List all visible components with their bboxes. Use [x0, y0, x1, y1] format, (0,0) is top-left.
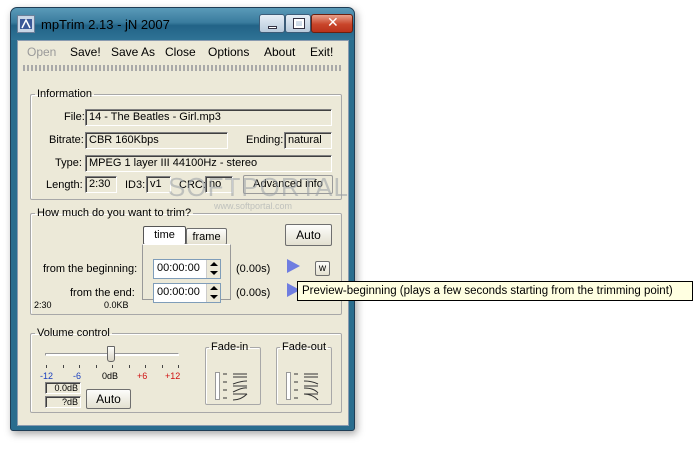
- preview-beginning-button[interactable]: [286, 259, 300, 273]
- w-button[interactable]: w: [315, 261, 330, 276]
- trim-legend: How much do you want to trim?: [37, 207, 192, 219]
- minimize-button[interactable]: [259, 14, 285, 33]
- spin-up-icon[interactable]: [207, 260, 220, 269]
- length-field: 2:30: [85, 176, 117, 193]
- preview-tooltip: Preview-beginning (plays a few seconds s…: [297, 281, 693, 301]
- file-label: File:: [64, 111, 85, 123]
- menu-open[interactable]: Open: [27, 45, 56, 59]
- title-bar[interactable]: mpTrim 2.13 - jN 2007 ✕: [11, 8, 354, 40]
- menu-save-as[interactable]: Save As: [111, 45, 155, 59]
- begin-label: from the beginning:: [43, 263, 138, 275]
- ending-field: natural: [284, 132, 332, 149]
- maximize-button[interactable]: [285, 14, 311, 33]
- type-field: MPEG 1 layer III 44100Hz - stereo: [85, 155, 332, 172]
- volume-auto-button[interactable]: Auto: [86, 389, 131, 409]
- tab-time[interactable]: time: [143, 226, 186, 245]
- advanced-info-button[interactable]: Advanced info: [243, 175, 333, 194]
- menu-about[interactable]: About: [264, 45, 295, 59]
- spin-down-icon[interactable]: [207, 293, 220, 302]
- id3-label: ID3:: [125, 179, 146, 191]
- crc-label: CRC:: [179, 179, 206, 191]
- menu-save[interactable]: Save!: [70, 45, 101, 59]
- menu-close[interactable]: Close: [165, 45, 196, 59]
- volume-slider-thumb[interactable]: [107, 346, 115, 362]
- close-icon: ✕: [327, 15, 339, 31]
- begin-spinner[interactable]: [206, 260, 220, 278]
- volume-peak: ?dB: [45, 396, 81, 408]
- play-icon: [287, 259, 300, 273]
- trim-auto-button[interactable]: Auto: [285, 224, 332, 246]
- bitrate-label: Bitrate:: [49, 134, 84, 146]
- fade-out-curves-icon[interactable]: [292, 370, 328, 402]
- begin-seconds: (0.00s): [236, 263, 271, 275]
- tab-frame[interactable]: frame: [186, 228, 227, 245]
- tick-label-plus12: +12: [165, 371, 181, 381]
- type-label: Type:: [55, 157, 82, 169]
- spin-down-icon[interactable]: [207, 269, 220, 278]
- volume-level: 0.0dB: [45, 382, 81, 394]
- end-seconds: (0.00s): [236, 287, 271, 299]
- fade-out-slider[interactable]: [286, 372, 291, 400]
- volume-legend: Volume control: [37, 327, 110, 339]
- bitrate-field: CBR 160Kbps: [85, 132, 228, 149]
- crc-field: no: [205, 176, 233, 193]
- end-label: from the end:: [70, 287, 135, 299]
- window-title: mpTrim 2.13 - jN 2007: [41, 17, 170, 32]
- tick-label-zero: 0dB: [102, 371, 119, 381]
- close-button[interactable]: ✕: [311, 14, 353, 33]
- end-spinner[interactable]: [206, 284, 220, 302]
- tick-label-minus12: -12: [40, 371, 54, 381]
- fade-in-slider[interactable]: [215, 372, 220, 400]
- tick-label-plus6: +6: [137, 371, 148, 381]
- client-area: Open Save! Save As Close Options About E…: [17, 40, 349, 426]
- information-legend: Information: [37, 88, 93, 100]
- menu-bar: Open Save! Save As Close Options About E…: [18, 43, 348, 61]
- fade-in-curves-icon[interactable]: [221, 370, 257, 402]
- ending-label: Ending:: [246, 134, 284, 146]
- id3-field: v1: [146, 176, 171, 193]
- fade-out-legend: Fade-out: [282, 341, 327, 353]
- menu-options[interactable]: Options: [208, 45, 249, 59]
- tick-label-minus6: -6: [73, 371, 82, 381]
- minimize-icon: [268, 26, 277, 29]
- toolbar-grip[interactable]: [23, 65, 343, 71]
- spin-up-icon[interactable]: [207, 284, 220, 293]
- fade-in-legend: Fade-in: [211, 341, 249, 353]
- maximize-icon: [293, 18, 305, 29]
- file-field: 14 - The Beatles - Girl.mp3: [85, 109, 332, 126]
- trim-size: 0.0KB: [104, 300, 129, 310]
- length-label: Length:: [46, 179, 83, 191]
- menu-exit[interactable]: Exit!: [310, 45, 333, 59]
- total-length: 2:30: [34, 300, 52, 310]
- app-window: mpTrim 2.13 - jN 2007 ✕ Open Save! Save …: [10, 7, 355, 431]
- app-icon[interactable]: [17, 15, 35, 33]
